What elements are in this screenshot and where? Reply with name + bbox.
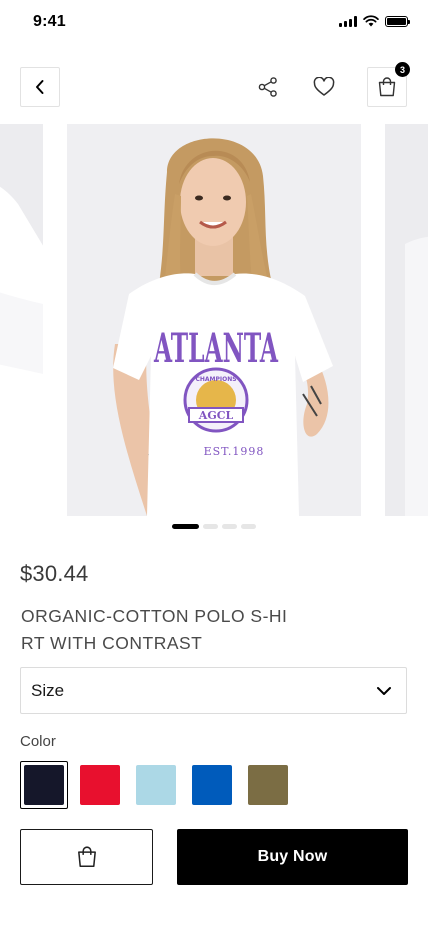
- status-bar: 9:41: [0, 0, 428, 44]
- color-label: Color: [20, 733, 56, 750]
- color-swatch-fill: [136, 765, 176, 805]
- color-swatch[interactable]: [188, 761, 236, 809]
- color-swatch[interactable]: [132, 761, 180, 809]
- shirt-est-text: EST.1998: [204, 445, 265, 458]
- carousel-dot[interactable]: [203, 524, 218, 529]
- wifi-icon: [363, 15, 379, 27]
- product-image-main[interactable]: ATLANTA CHAMPIONS AGCL EST.1998: [67, 124, 361, 516]
- color-swatch-fill: [192, 765, 232, 805]
- product-price: $30.44: [20, 561, 89, 586]
- color-swatches: [20, 761, 300, 809]
- cart-button[interactable]: 3: [367, 62, 410, 107]
- size-dropdown-label: Size: [31, 680, 65, 700]
- carousel-pagination: [172, 524, 256, 529]
- color-swatch-fill: [80, 765, 120, 805]
- color-swatch[interactable]: [20, 761, 68, 809]
- shopping-bag-icon: [77, 846, 96, 868]
- shopping-bag-icon: [378, 77, 396, 97]
- chevron-down-icon: [377, 686, 391, 695]
- status-time: 9:41: [33, 13, 66, 30]
- cart-count-badge: 3: [395, 62, 410, 77]
- size-dropdown[interactable]: Size: [20, 667, 407, 714]
- color-swatch-fill: [24, 765, 64, 805]
- carousel-dot[interactable]: [241, 524, 256, 529]
- signal-icon: [339, 15, 357, 27]
- battery-icon: [385, 15, 410, 27]
- shirt-print-text: ATLANTA: [153, 325, 278, 372]
- status-icons: [339, 15, 410, 27]
- back-button[interactable]: [20, 67, 60, 107]
- carousel-dot[interactable]: [172, 524, 199, 529]
- buy-now-button[interactable]: Buy Now: [177, 829, 408, 885]
- share-icon: [258, 77, 277, 97]
- product-image-next[interactable]: [385, 124, 428, 516]
- favorite-button[interactable]: [309, 72, 339, 102]
- carousel-dot[interactable]: [222, 524, 237, 529]
- heart-icon: [313, 77, 335, 96]
- product-image-carousel[interactable]: ATLANTA CHAMPIONS AGCL EST.1998: [0, 124, 428, 516]
- product-image-previous[interactable]: [0, 124, 43, 516]
- add-to-cart-button[interactable]: [20, 829, 153, 885]
- color-swatch[interactable]: [244, 761, 292, 809]
- color-swatch-fill: [248, 765, 288, 805]
- chevron-left-icon: [36, 80, 44, 94]
- color-swatch[interactable]: [76, 761, 124, 809]
- share-button[interactable]: [253, 72, 283, 102]
- product-title: ORGANIC-COTTON POLO S-HIRT WITH CONTRAST: [21, 606, 288, 653]
- shirt-emblem-text: AGCL: [198, 409, 234, 422]
- shirt-emblem-ring-text: CHAMPIONS: [195, 376, 236, 383]
